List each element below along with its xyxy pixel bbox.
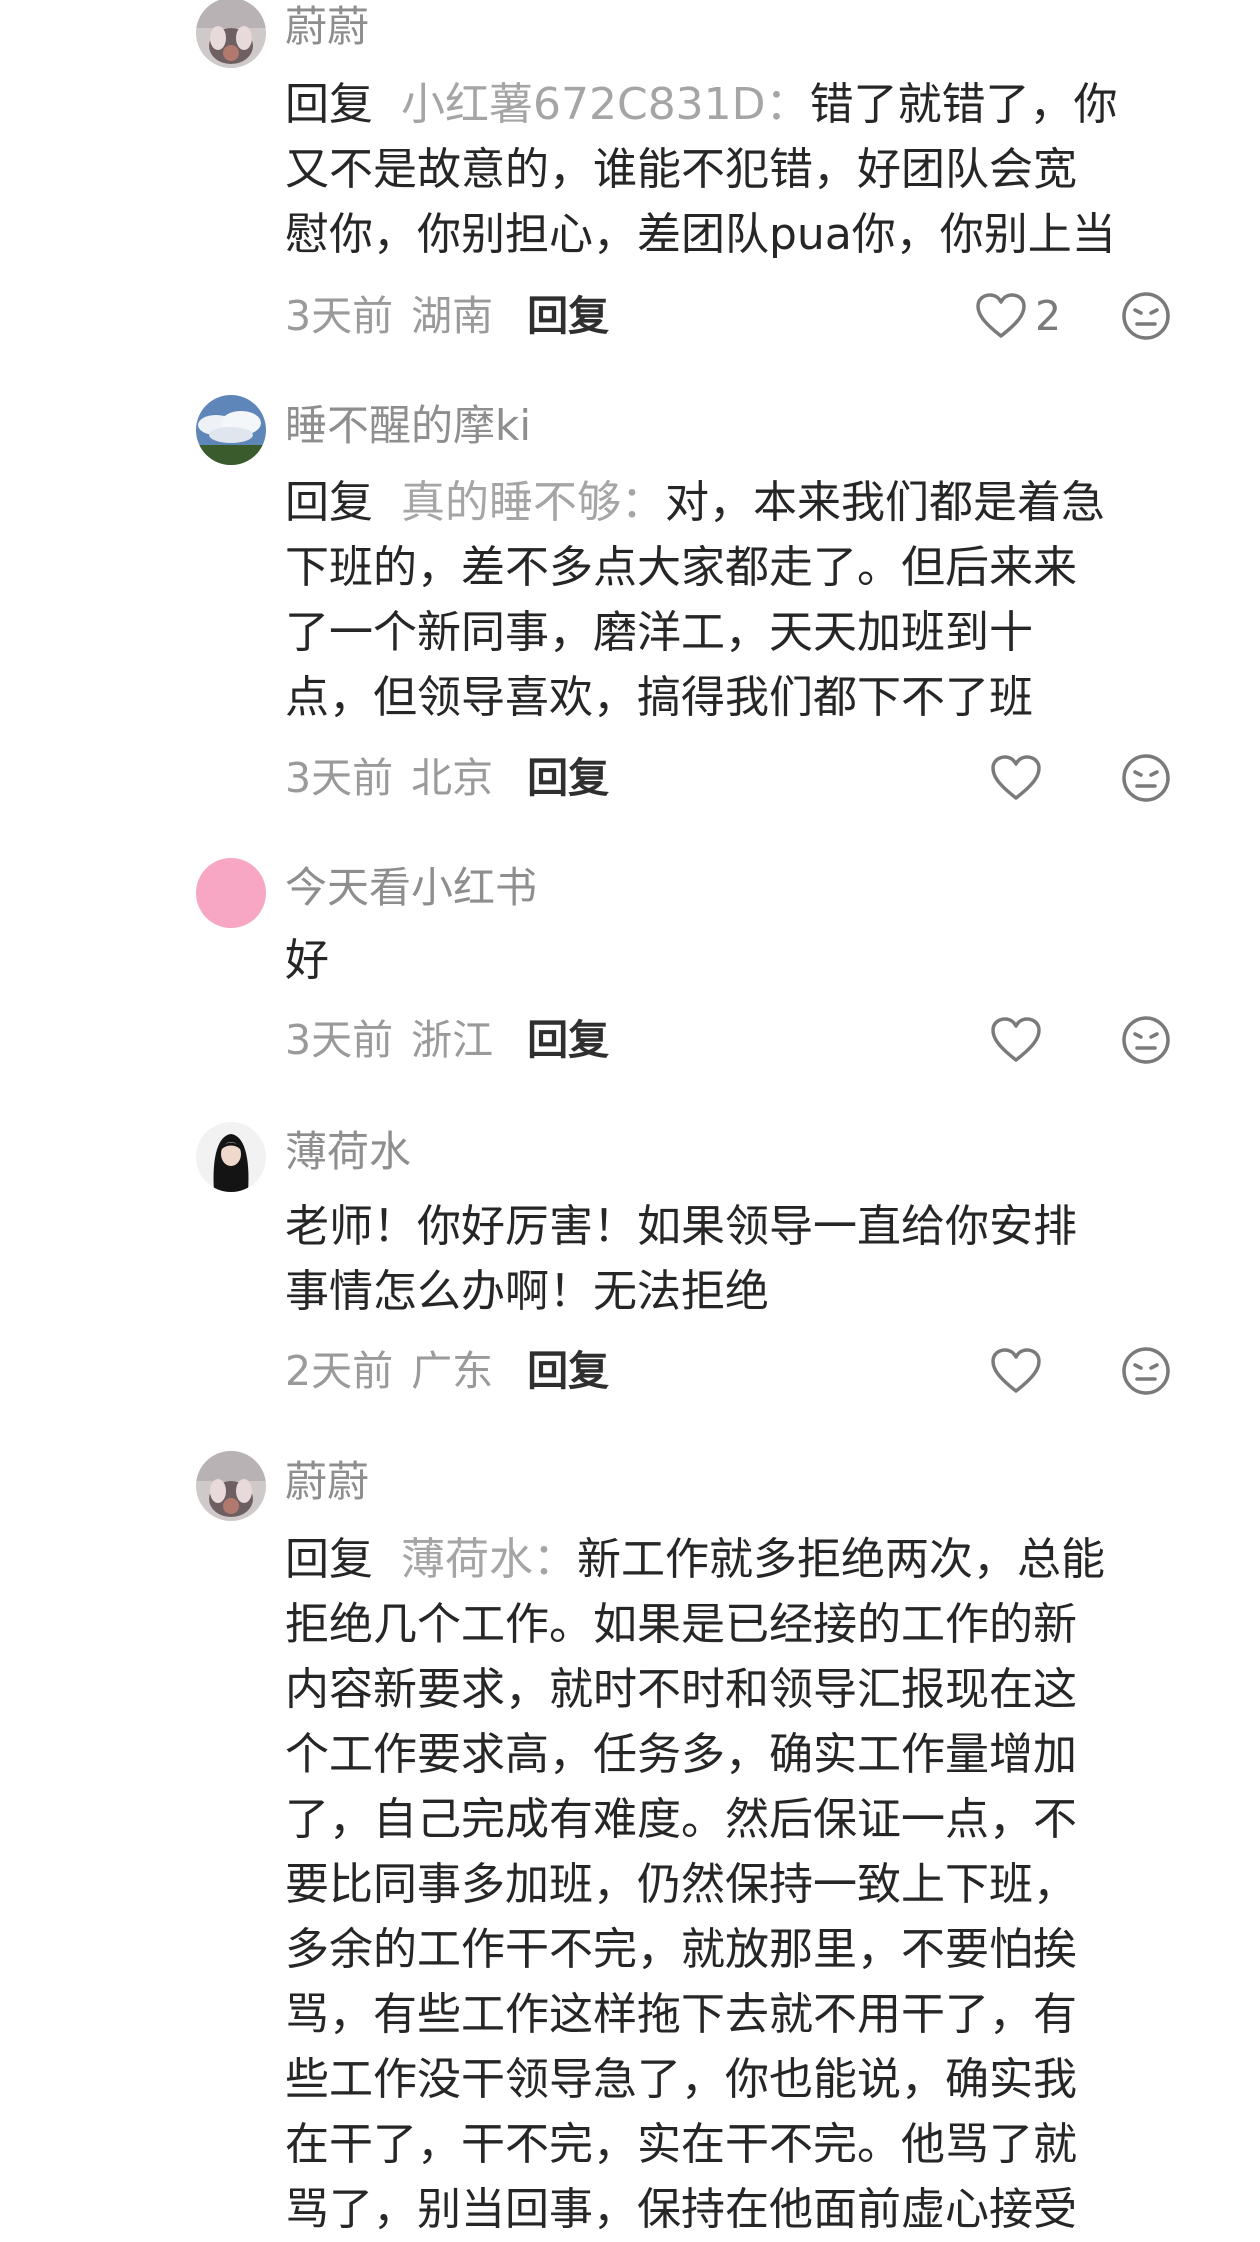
dislike-button[interactable] — [1120, 290, 1172, 342]
comment-location: 北京 — [411, 754, 494, 802]
reply-button[interactable]: 回复 — [527, 1010, 609, 1070]
comment-line: 拒绝几个工作。如果是已经接的工作的新 — [285, 1599, 1077, 1650]
reply-target-user[interactable]: 小红薯672C831D： — [401, 79, 810, 130]
heart-outline-icon — [976, 293, 1026, 338]
comment-line: 了一个新同事，磨洋工，天天加班到十 — [285, 607, 1033, 658]
comment-line: 又不是故意的，谁能不犯错，好团队会宽 — [285, 144, 1077, 195]
reply-target-user[interactable]: 真的睡不够： — [401, 477, 665, 528]
comment-meta: 3天前 浙江 回复 — [285, 1010, 609, 1070]
comment-meta: 3天前 湖南 回复 — [285, 286, 609, 346]
comment-line-text: 新工作就多拒绝两次，总能 — [576, 1534, 1105, 1585]
reply-target-user[interactable]: 薄荷水： — [401, 1534, 577, 1585]
dislike-button[interactable] — [1120, 1014, 1172, 1066]
username[interactable]: 今天看小红书 — [285, 858, 537, 918]
username[interactable]: 蔚蔚 — [285, 1452, 369, 1512]
comment-location: 浙江 — [411, 1016, 494, 1064]
heart-outline-icon — [991, 755, 1041, 800]
comment-location: 湖南 — [411, 292, 494, 340]
comment-line: 回复 小红薯672C831D：错了就错了，你 — [285, 72, 1235, 137]
comment-time: 3天前 — [285, 754, 394, 802]
reply-button[interactable]: 回复 — [527, 748, 609, 808]
reply-word: 回复 — [285, 79, 373, 130]
comment-meta: 3天前 北京 回复 — [285, 748, 609, 808]
comment-line: 在干了，干不完，实在干不完。他骂了就 — [285, 2119, 1077, 2170]
comment-line: 老师！你好厉害！如果领导一直给你安排 — [285, 1201, 1077, 1252]
comment-line: 回复 薄荷水：新工作就多拒绝两次，总能 — [285, 1527, 1235, 1592]
comment-time: 3天前 — [285, 1016, 394, 1064]
comment-line: 回复 真的睡不够：对，本来我们都是着急 — [285, 470, 1235, 535]
heart-outline-icon — [991, 1348, 1041, 1393]
comment-line: 要比同事多加班，仍然保持一致上下班， — [285, 1859, 1077, 1910]
like-button[interactable] — [990, 748, 1050, 808]
comment-meta: 2天前 广东 回复 — [285, 1341, 609, 1401]
dislike-button[interactable] — [1120, 752, 1172, 804]
comment-time: 2天前 — [285, 1347, 394, 1395]
reply-word: 回复 — [285, 477, 373, 528]
username[interactable]: 薄荷水 — [285, 1122, 411, 1182]
comment-line: 事情怎么办啊！无法拒绝 — [285, 1266, 769, 1317]
meh-face-icon — [1122, 754, 1170, 802]
comment-line: 下班的，差不多点大家都走了。但后来来 — [285, 542, 1077, 593]
avatar[interactable] — [196, 1122, 266, 1192]
comment-time: 3天前 — [285, 292, 394, 340]
comment-line-text: 对，本来我们都是着急 — [664, 477, 1105, 528]
username[interactable]: 睡不醒的摩ki — [285, 396, 531, 456]
like-button[interactable] — [990, 1010, 1050, 1070]
username[interactable]: 蔚蔚 — [285, 0, 369, 57]
comment-line: 骂了，别当回事，保持在他面前虚心接受 — [285, 2184, 1077, 2235]
comment-location: 广东 — [411, 1347, 494, 1395]
comment-text: 回复 真的睡不够：对，本来我们都是着急 下班的，差不多点大家都走了。但后来来 了… — [285, 470, 1235, 730]
comment-line-text: 错了就错了，你 — [809, 79, 1118, 130]
reply-word: 回复 — [285, 1534, 373, 1585]
avatar[interactable] — [196, 395, 266, 465]
dislike-button[interactable] — [1120, 1345, 1172, 1397]
avatar[interactable] — [196, 0, 266, 68]
comment-line: 些工作没干领导急了，你也能说，确实我 — [285, 2054, 1077, 2105]
comment-line: 慰你，你别担心，差团队pua你，你别上当 — [285, 209, 1116, 260]
comment-text: 好 — [285, 928, 1235, 993]
like-count: 2 — [1035, 292, 1062, 340]
comment-text: 老师！你好厉害！如果领导一直给你安排 事情怎么办啊！无法拒绝 — [285, 1194, 1235, 1324]
like-button[interactable] — [990, 1341, 1050, 1401]
meh-face-icon — [1122, 292, 1170, 340]
like-button[interactable]: 2 — [975, 286, 1061, 346]
heart-outline-icon — [991, 1017, 1041, 1062]
comment-line: 多余的工作干不完，就放那里，不要怕挨 — [285, 1924, 1077, 1975]
avatar[interactable] — [196, 1451, 266, 1521]
comment-text: 回复 薄荷水：新工作就多拒绝两次，总能 拒绝几个工作。如果是已经接的工作的新 内… — [285, 1527, 1235, 2242]
meh-face-icon — [1122, 1016, 1170, 1064]
comment-line: 了，自己完成有难度。然后保证一点，不 — [285, 1794, 1077, 1845]
reply-button[interactable]: 回复 — [527, 1341, 609, 1401]
comment-line: 好 — [285, 935, 329, 986]
comment-line: 个工作要求高，任务多，确实工作量增加 — [285, 1729, 1077, 1780]
comment-line: 骂，有些工作这样拖下去就不用干了，有 — [285, 1989, 1077, 2040]
reply-button[interactable]: 回复 — [527, 286, 609, 346]
comment-line: 内容新要求，就时不时和领导汇报现在这 — [285, 1664, 1077, 1715]
avatar[interactable] — [196, 858, 266, 928]
comment-line: 点，但领导喜欢，搞得我们都下不了班 — [285, 672, 1033, 723]
meh-face-icon — [1122, 1347, 1170, 1395]
comment-text: 回复 小红薯672C831D：错了就错了，你 又不是故意的，谁能不犯错，好团队会… — [285, 72, 1235, 267]
